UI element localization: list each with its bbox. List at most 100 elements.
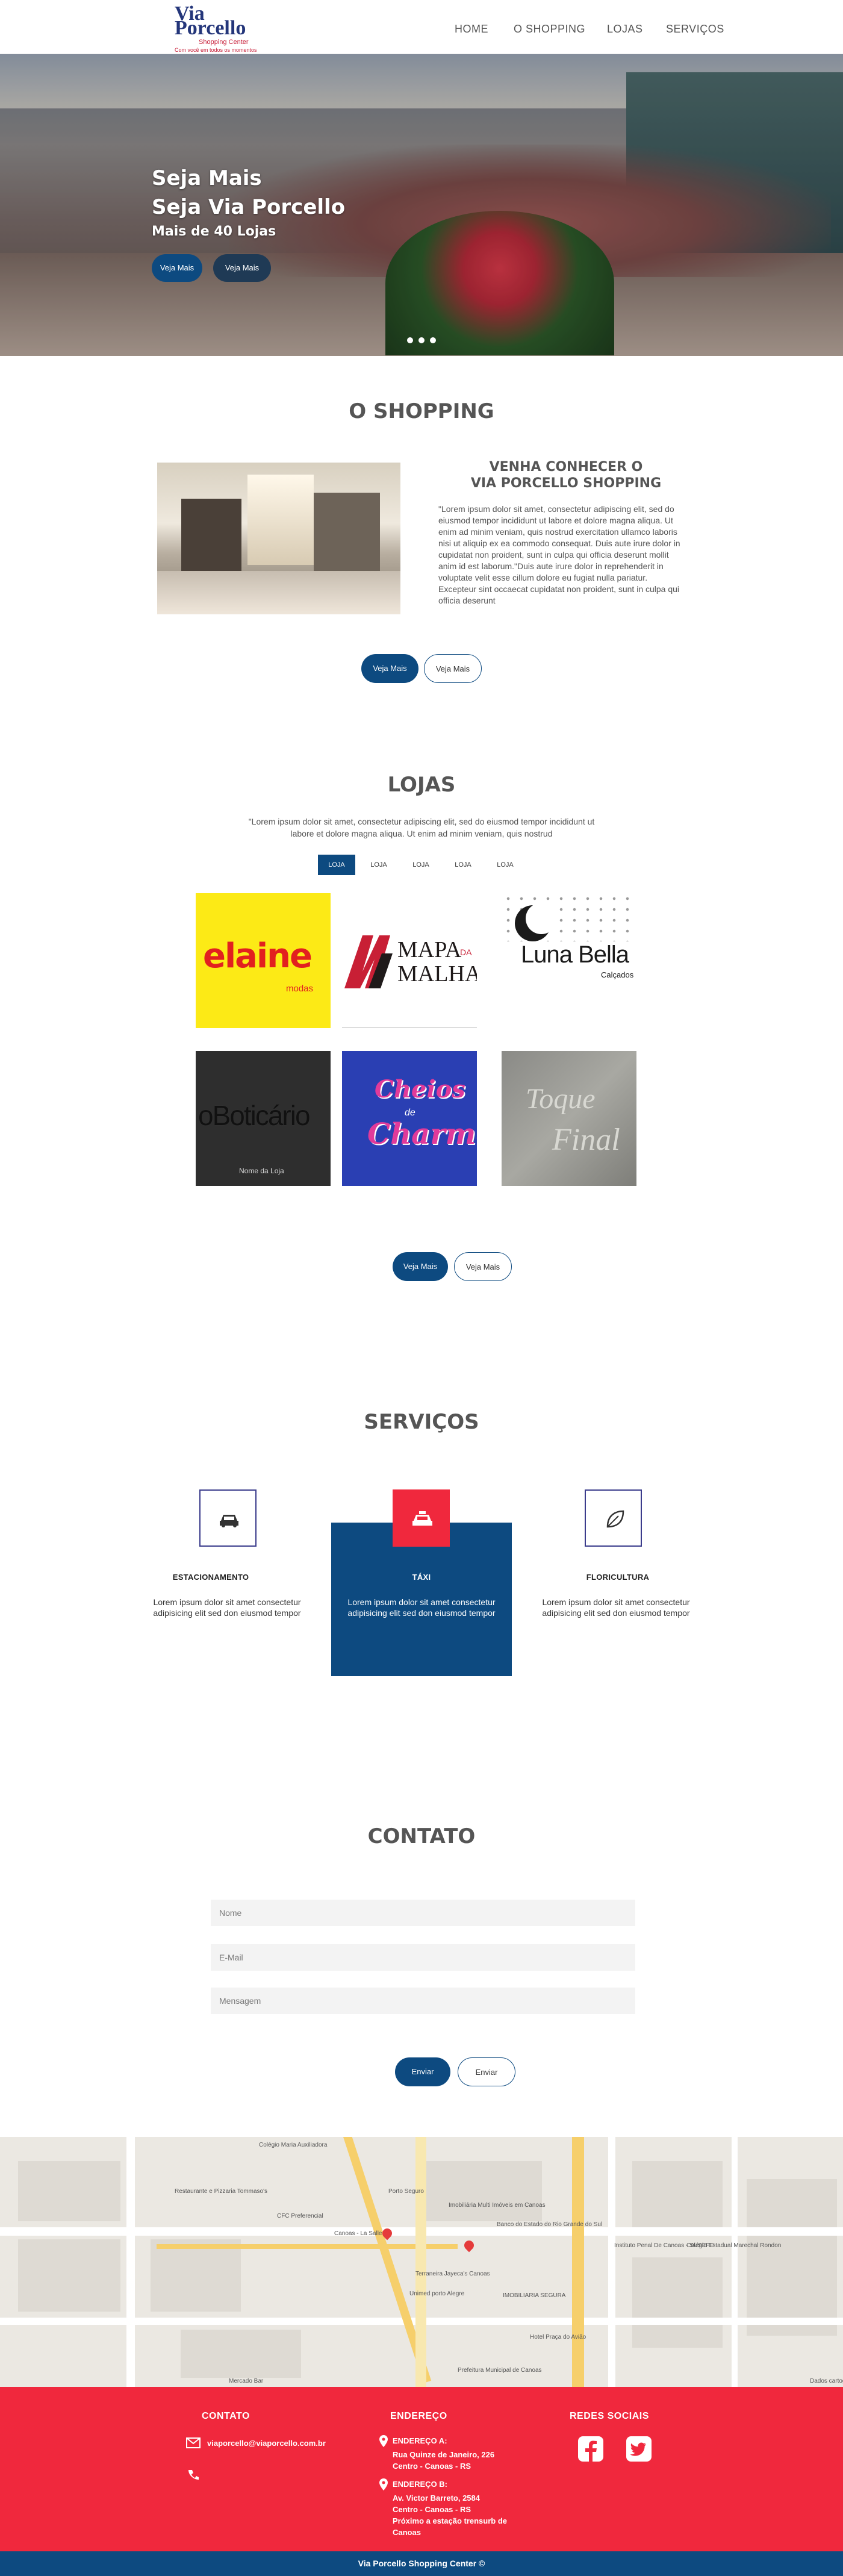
store-logo-toque: Toque xyxy=(526,1083,596,1115)
tab-loja-5[interactable]: LOJA xyxy=(487,855,524,875)
address-a-line2: Centro - Canoas - RS xyxy=(393,2462,471,2471)
hero-title-line1: Seja Mais xyxy=(152,166,262,190)
store-card-oboticario[interactable]: oBoticário Nome da Loja xyxy=(196,1051,331,1186)
send-button[interactable]: Enviar xyxy=(395,2057,450,2086)
map-label: Hotel Praça do Avião xyxy=(530,2334,586,2341)
address-b-line4: Canoas xyxy=(393,2528,421,2537)
service-taxi-box[interactable] xyxy=(393,1489,450,1547)
store-card-toque-final[interactable]: Toque Final xyxy=(502,1051,636,1186)
service-name-estacionamento: ESTACIONAMENTO xyxy=(172,1573,249,1582)
nav-home[interactable]: HOME xyxy=(455,23,488,36)
shopping-veja-mais-button-2[interactable]: Veja Mais xyxy=(424,654,482,683)
map-label: Porto Seguro xyxy=(388,2188,424,2195)
facebook-icon[interactable] xyxy=(578,2436,603,2462)
store-logo-charme: Charme xyxy=(367,1117,477,1151)
logo-subtitle: Shopping Center xyxy=(199,39,249,46)
logo-tagline: Com você em todos os momentos xyxy=(175,47,257,53)
car-icon xyxy=(220,1515,238,1527)
slider-dot-3[interactable] xyxy=(430,337,436,343)
service-name-taxi: TÁXI xyxy=(412,1573,431,1582)
mapa-malha-emblem-icon xyxy=(344,935,393,988)
hero-overlay xyxy=(0,54,843,356)
store-logo-mapa-da: DA xyxy=(460,947,472,957)
map-label: Canoas - La Salle xyxy=(334,2230,382,2237)
store-logo-oboticario: oBoticário xyxy=(198,1100,311,1131)
map-label: CFC Preferencial xyxy=(277,2213,323,2219)
service-car-box[interactable] xyxy=(199,1489,257,1547)
shopping-section-title: O SHOPPING xyxy=(349,399,494,423)
logo-text-porcello: Porcello xyxy=(175,17,246,39)
store-logo-final: Final xyxy=(552,1123,620,1157)
leaf-icon xyxy=(606,1510,624,1528)
map-label: Restaurante e Pizzaria Tommaso's xyxy=(175,2188,268,2195)
service-flower-box[interactable] xyxy=(585,1489,642,1547)
service-desc-taxi: Lorem ipsum dolor sit amet consectetur a… xyxy=(347,1597,496,1618)
address-a-title: ENDEREÇO A: xyxy=(393,2436,447,2445)
map-label: Dados cartog xyxy=(810,2378,843,2384)
address-b-line1: Av. Victor Barreto, 2584 xyxy=(393,2493,480,2503)
shopping-veja-mais-button[interactable]: Veja Mais xyxy=(361,654,418,683)
footer-redes-title: REDES SOCIAIS xyxy=(570,2411,649,2421)
store-logo-luna-sub: Calçados xyxy=(601,970,634,979)
shopping-heading-line1: VENHA CONHECER O xyxy=(489,460,643,475)
envelope-icon xyxy=(186,2437,201,2448)
map-label: Banco do Estado do Rio Grande do Sul xyxy=(497,2221,603,2228)
tab-loja-2[interactable]: LOJA xyxy=(360,855,397,875)
taxi-icon xyxy=(412,1511,432,1526)
address-b-line3: Próximo a estação trensurb de xyxy=(393,2516,508,2525)
store-logo-luna-bella: Luna Bella xyxy=(521,941,629,968)
store-logo-elaine-sub: modas xyxy=(286,984,314,994)
address-a-line1: Rua Quinze de Janeiro, 226 xyxy=(393,2450,495,2459)
service-desc-floricultura: Lorem ipsum dolor sit amet consectetur a… xyxy=(542,1597,690,1618)
email-field[interactable]: E-Mail xyxy=(211,1944,635,1971)
hero-subtitle: Mais de 40 Lojas xyxy=(152,224,276,239)
send-button-2[interactable]: Enviar xyxy=(458,2057,515,2086)
nav-lojas[interactable]: LOJAS xyxy=(607,23,643,36)
store-card-mapa-da-malha[interactable]: MAPA DA MALHA xyxy=(342,893,477,1028)
lojas-description: "Lorem ipsum dolor sit amet, consectetur… xyxy=(248,817,595,838)
map-label: Terraneira Jayeca's Canoas xyxy=(415,2271,490,2277)
footer-email-link[interactable]: viaporcello@viaporcello.com.br xyxy=(207,2437,326,2449)
store-caption: Nome da Loja xyxy=(239,1167,284,1175)
location-map[interactable]: Colégio Maria Auxiliadora Restaurante e … xyxy=(0,2137,843,2387)
map-label: Unimed porto Alegre xyxy=(409,2291,465,2297)
contato-section-title: CONTATO xyxy=(367,1824,476,1848)
lojas-section-title: LOJAS xyxy=(387,773,456,797)
map-label: Colégio Estadual Marechal Rondon xyxy=(686,2242,782,2249)
footer-contato-title: CONTATO xyxy=(202,2411,250,2421)
name-field[interactable]: Nome xyxy=(211,1900,635,1926)
service-name-floricultura: FLORICULTURA xyxy=(586,1573,650,1582)
store-card-cheios-de-charme[interactable]: Cheios de Charme xyxy=(342,1051,477,1186)
map-pin-icon[interactable] xyxy=(462,2238,476,2253)
lojas-veja-mais-button-2[interactable]: Veja Mais xyxy=(454,1252,512,1281)
shopping-heading-line2: VIA PORCELLO SHOPPING xyxy=(470,476,662,491)
map-label: Prefeitura Municipal de Canoas xyxy=(458,2367,542,2374)
site-logo[interactable]: Via Porcello Shopping Center Com você em… xyxy=(175,4,283,54)
nav-servicos[interactable]: SERVIÇOS xyxy=(666,23,724,36)
store-card-elaine[interactable]: elaine modas xyxy=(196,893,331,1028)
slider-dot-2[interactable] xyxy=(418,337,425,343)
address-b-line2: Centro - Canoas - RS xyxy=(393,2505,471,2514)
map-label: IMOBILIARIA SEGURA xyxy=(503,2292,566,2299)
hero-slider: Seja Mais Seja Via Porcello Mais de 40 L… xyxy=(0,54,843,356)
tab-loja-4[interactable]: LOJA xyxy=(444,855,482,875)
site-footer: CONTATO viaporcello@viaporcello.com.br E… xyxy=(0,2387,843,2551)
hero-title-line2: Seja Via Porcello xyxy=(152,195,346,219)
tab-loja-1[interactable]: LOJA xyxy=(318,855,355,875)
nav-o-shopping[interactable]: O SHOPPING xyxy=(514,23,585,36)
slider-dot-1[interactable] xyxy=(407,337,413,343)
address-b-title: ENDEREÇO B: xyxy=(393,2480,448,2489)
servicos-section-title: SERVIÇOS xyxy=(364,1410,479,1434)
twitter-icon[interactable] xyxy=(626,2436,652,2462)
tab-loja-3[interactable]: LOJA xyxy=(402,855,440,875)
message-field[interactable]: Mensagem xyxy=(211,1988,635,2014)
store-logo-mapa: MAPA xyxy=(397,937,462,962)
map-label: Imobiliária Multi Imóveis em Canoas xyxy=(449,2202,546,2209)
lojas-veja-mais-button[interactable]: Veja Mais xyxy=(393,1252,448,1281)
moon-icon xyxy=(515,903,550,941)
hero-veja-mais-button-2[interactable]: Veja Mais xyxy=(213,254,271,282)
footer-endereco-title: ENDEREÇO xyxy=(390,2411,447,2421)
hero-veja-mais-button[interactable]: Veja Mais xyxy=(152,254,202,282)
store-card-luna-bella[interactable]: Luna Bella Calçados xyxy=(502,893,636,1028)
map-label: Colégio Maria Auxiliadora xyxy=(259,2142,328,2148)
